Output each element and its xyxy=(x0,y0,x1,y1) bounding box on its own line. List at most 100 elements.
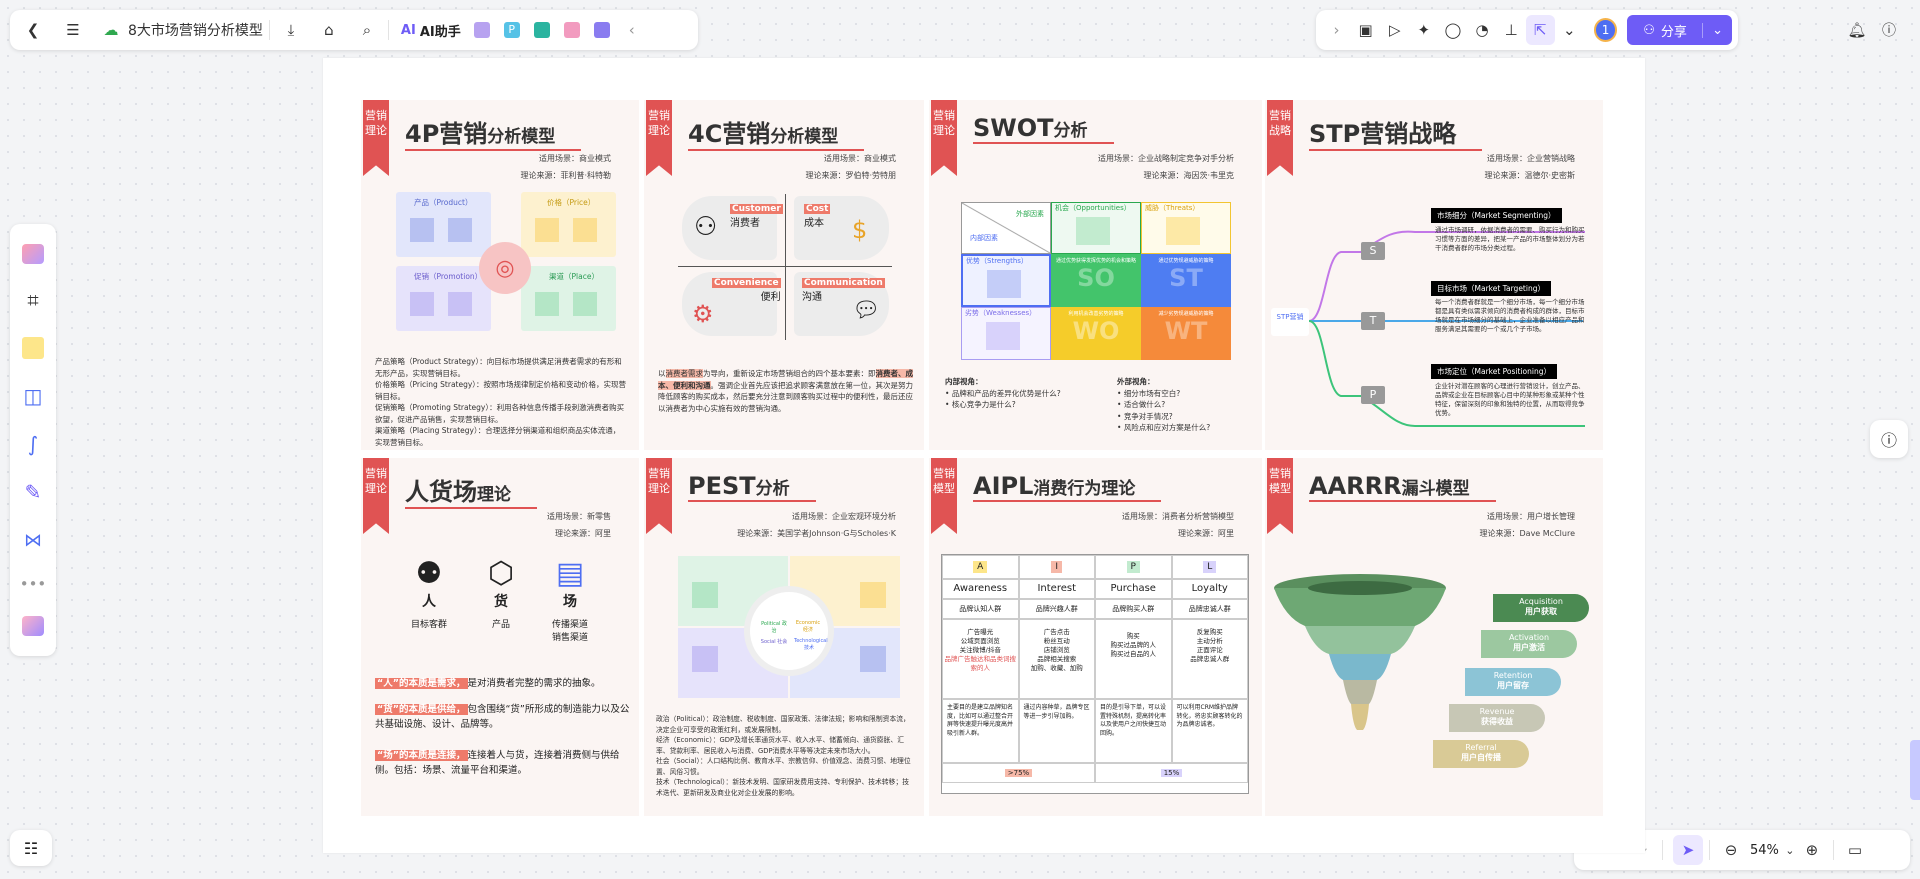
target-icon: ◎ xyxy=(479,242,531,294)
source-text: 理论来源：美国学者Johnson·G与Scholes·K xyxy=(737,529,896,538)
zoom-level[interactable]: 54% xyxy=(1750,843,1779,858)
card-aipl[interactable]: 营销模型 AIPL消费行为理论 适用场景：消费者分析营销模型 理论来源：阿里 A… xyxy=(929,458,1262,816)
weaknesses-cell: 劣势（Weaknesses） xyxy=(961,307,1051,360)
card-title: AIPL消费行为理论 xyxy=(973,472,1162,502)
stp-t-title: 目标市场（Market Targeting） xyxy=(1431,281,1551,296)
wt-cell: 减少劣势规避威胁的策略 WT xyxy=(1141,307,1231,360)
sticky-note-icon[interactable] xyxy=(18,324,48,372)
quadrant-place: 渠道（Place） xyxy=(521,266,616,331)
person-icon: ⚇ xyxy=(694,212,718,242)
avatar[interactable]: 1 xyxy=(1593,18,1618,42)
vote-icon[interactable]: ⊥ xyxy=(1497,15,1526,45)
stp-t-desc: 每一个消费者群就是一个细分市场，每一个细分市场都是具有类似需求倾向的消费者构成的… xyxy=(1435,298,1585,333)
cursor-follow-icon[interactable]: ⇱ xyxy=(1525,15,1555,45)
shape-tool-icon[interactable]: ◫ xyxy=(18,372,48,420)
description-block: 政治（Political）：政治制度、税收制度、国家政策、法律法规；影响和限制资… xyxy=(656,715,911,797)
opportunities-cell: 机会（Opportunities） xyxy=(1051,202,1141,254)
zoom-out-icon[interactable]: ⊖ xyxy=(1716,835,1746,865)
ribbon-label: 营销模型 xyxy=(931,458,957,534)
search-icon[interactable]: ⌕ xyxy=(352,15,382,45)
whiteboard-canvas[interactable]: 营销理论 4P营销分析模型 适用场景：商业模式 理论来源：菲利普·科特勒 产品（… xyxy=(323,58,1645,853)
ribbon-label: 营销理论 xyxy=(646,458,672,534)
expand-icon[interactable]: › xyxy=(1322,15,1351,45)
comment-icon[interactable]: ◯ xyxy=(1438,15,1467,45)
outer-view: 外部视角： • 细分市场有空白? • 适合做什么? • 竞争对手情况? • 风险点和应对… xyxy=(1117,377,1211,432)
notification-icon[interactable]: 🔔︎ xyxy=(1842,15,1872,45)
select-pointer-icon[interactable]: ➤ xyxy=(1673,835,1703,865)
stp-center-node: STP营销 xyxy=(1271,308,1309,336)
card-title: 4C营销分析模型 xyxy=(688,114,865,151)
share-button[interactable]: ⚇ 分享 ⌄ xyxy=(1627,15,1732,45)
plugin-icon[interactable] xyxy=(18,604,48,648)
inner-view: 内部视角： • 品牌和产品的差异化优势是什么? • 核心竞争力是什么? xyxy=(945,377,1061,409)
book-view-icon[interactable]: ▭ xyxy=(1840,835,1870,865)
info-panel-button[interactable]: ⓘ xyxy=(1870,420,1908,458)
source-text: 理论来源：罗伯特·劳特朋 xyxy=(805,171,896,180)
card-stp[interactable]: 营销战略 STP营销战略 适用场景：企业营销战略 理论来源：温德尔·史密斯 ST… xyxy=(1265,100,1603,450)
card-swot[interactable]: 营销理论 SWOT分析 适用场景：企业战略制定竞争对手分析 理论来源：海因茨·韦… xyxy=(929,100,1262,450)
card-4c[interactable]: 营销理论 4C营销分析模型 适用场景：商业模式 理论来源：罗伯特·劳特朋 ⚇ C… xyxy=(644,100,924,450)
aipl-note-p: 目的是引导下单，可以设置特殊机制，提高转化率以及使用户之间快捷互动回购。 xyxy=(1095,699,1172,763)
download-icon[interactable]: ⤓ xyxy=(276,15,306,45)
share-tree-icon[interactable] xyxy=(527,15,557,45)
right-edge-tab[interactable] xyxy=(1910,740,1920,800)
chat-tool-icon[interactable] xyxy=(587,15,617,45)
stp-p-title: 市场定位（Market Positioning） xyxy=(1431,364,1557,379)
goods-essence: “货”的本质是供给， 包含围绕“货”所形成的制造能力以及公共基础设施、设计、品牌等… xyxy=(375,704,630,730)
back-icon[interactable]: ❮ xyxy=(18,15,48,45)
place-essence: “场”的本质是连接， 连接着人与货，连接着消费侧与供给侧。包括：场景、流量平台和渠… xyxy=(375,750,620,776)
aipl-note-a: 主要目的是建立品牌知名度，比如可以通过整合开屏等快速提升曝光度高并吸引新人群。 xyxy=(942,699,1019,763)
threats-cell: 威胁（Threats） xyxy=(1141,202,1231,254)
pen-tool-icon[interactable]: ✎ xyxy=(18,468,48,516)
share-dropdown-icon[interactable]: ⌄ xyxy=(1702,22,1732,38)
divider xyxy=(387,20,389,40)
scene-text: 适用场景：企业战略制定竞争对手分析 xyxy=(1098,154,1234,163)
timer-icon[interactable]: ◔ xyxy=(1467,15,1496,45)
menu-icon[interactable]: ☰ xyxy=(58,15,88,45)
mindmap-icon[interactable] xyxy=(557,15,587,45)
swot-matrix: 外部因素 内部因素 机会（Opportunities） 威胁（Threats） 优… xyxy=(961,202,1231,360)
zoom-dropdown-icon[interactable]: ⌄ xyxy=(1783,835,1797,865)
more-tools-icon[interactable]: ••• xyxy=(18,564,48,604)
card-people-goods-place[interactable]: 营销理论 人货场理论 适用场景：新零售 理论来源：阿里 ⚉ 人目标客群 ⬡ 货产… xyxy=(361,458,639,816)
card-title: 4P营销分析模型 xyxy=(405,114,582,151)
aipl-note-l: 可以利用CRM维护品牌转化，将忠实顾客转化的为品牌忠诚者。 xyxy=(1171,699,1248,763)
pest-center-circle: Political 政治 Economic 经济 Social 社会 Techn… xyxy=(744,586,834,676)
aipl-en-l: Loyalty xyxy=(1171,579,1248,599)
quad-cost: Cost 成本 $ xyxy=(794,196,889,260)
aipl-pct-1: >75% xyxy=(942,763,1095,783)
document-title[interactable]: 8大市场营销分析模型 xyxy=(128,20,263,40)
divider xyxy=(1709,840,1710,860)
template-library-icon[interactable] xyxy=(18,232,48,276)
outline-button[interactable]: ☷ xyxy=(10,830,52,866)
funnel-stage-referral: Referral 用户自传播 xyxy=(1433,740,1529,768)
mindmap-tool-icon[interactable]: ⋈ xyxy=(18,516,48,564)
aipl-table: A I P L Awareness Interest Purchase Loya… xyxy=(941,554,1249,794)
ai-assistant-label: AI助手 xyxy=(419,24,461,40)
aipl-cn-a: 品牌认知人群 xyxy=(942,599,1019,619)
template-icon[interactable]: ▣ xyxy=(1351,15,1380,45)
frame-tool-icon[interactable]: ⌗ xyxy=(18,276,48,324)
collapse-icon[interactable]: ‹ xyxy=(617,15,647,45)
zoom-in-icon[interactable]: ⊕ xyxy=(1797,835,1827,865)
quad-convenience: Convenience 便利 ⚙ xyxy=(682,272,781,336)
celebrate-icon[interactable]: ✦ xyxy=(1409,15,1438,45)
p-tool-icon[interactable]: P xyxy=(497,15,527,45)
card-pest[interactable]: 营销理论 PEST分析 适用场景：企业宏观环境分析 理论来源：美国学者Johns… xyxy=(644,458,924,816)
card-aarrr[interactable]: 营销模型 AARRR漏斗模型 适用场景：用户增长管理 理论来源：Dave McC… xyxy=(1265,458,1603,816)
ai-assistant-button[interactable]: AI AI助手 xyxy=(401,21,461,40)
connector-tool-icon[interactable]: ∫ xyxy=(18,420,48,468)
image-tool-icon[interactable] xyxy=(467,15,497,45)
gear-icon: ⚙ xyxy=(692,300,714,328)
more-down-icon[interactable]: ⌄ xyxy=(1555,15,1584,45)
tag-icon[interactable]: ⌂ xyxy=(314,15,344,45)
source-text: 理论来源：海因茨·韦里克 xyxy=(1143,171,1234,180)
divider xyxy=(268,20,270,40)
card-4p[interactable]: 营销理论 4P营销分析模型 适用场景：商业模式 理论来源：菲利普·科特勒 产品（… xyxy=(361,100,639,450)
box-icon: ⬡ xyxy=(487,556,515,591)
present-icon[interactable]: ▷ xyxy=(1380,15,1409,45)
quad-axis-v xyxy=(785,194,786,340)
help-icon[interactable]: ⓘ xyxy=(1874,15,1904,45)
top-right-toolbar: › ▣ ▷ ✦ ◯ ◔ ⊥ ⇱ ⌄ 1 ⚇ 分享 ⌄ xyxy=(1316,10,1738,50)
source-text: 理论来源：菲利普·科特勒 xyxy=(520,171,611,180)
